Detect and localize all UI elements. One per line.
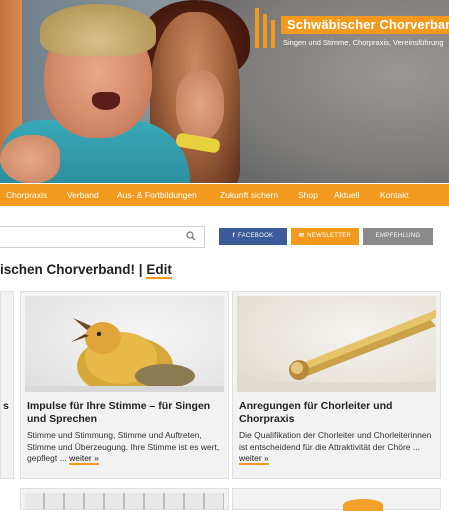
card-anregungen[interactable]: Anregungen für Chorleiter und Chorpraxis…	[232, 291, 441, 479]
card-text-body: Stimme und Stimmung, Stimme und Auftrete…	[27, 430, 220, 463]
logo-bars-icon	[255, 8, 279, 48]
page-title-text: ischen Chorverband!	[0, 262, 136, 277]
empfehlung-label: EMPFEHLUNG	[375, 233, 421, 239]
nav-item-zukunft[interactable]: Zukunft sichern	[220, 190, 278, 200]
card-text: Stimme und Stimmung, Stimme und Auftrete…	[27, 430, 223, 465]
newsletter-button[interactable]: ✉ NEWSLETTER	[291, 228, 359, 245]
nav-item-fortbildungen[interactable]: Aus- & Fortbildungen	[117, 190, 197, 200]
weiter-link[interactable]: weiter »	[69, 453, 99, 465]
card-text: Die Qualifikation der Chorleiter und Cho…	[239, 430, 435, 465]
card-bottom-1[interactable]	[20, 488, 229, 510]
card-partial-left[interactable]: s	[0, 291, 14, 479]
newsletter-icon: ✉	[298, 233, 305, 239]
edit-link[interactable]: Edit	[146, 262, 172, 279]
search-icon[interactable]	[186, 231, 196, 241]
bottom-image-orange	[343, 499, 383, 511]
facebook-icon: f	[232, 233, 235, 239]
card-image-bird[interactable]	[25, 296, 224, 392]
piano-keys-image	[25, 493, 224, 509]
nav-item-kontakt[interactable]: Kontakt	[380, 190, 409, 200]
hero-image: Schwäbischer Chorverband Singen und Stim…	[0, 0, 449, 183]
nav-item-shop[interactable]: Shop	[298, 190, 318, 200]
card-partial-title: s	[3, 400, 9, 412]
card-impulse[interactable]: Impulse für Ihre Stimme – für Singen und…	[20, 291, 229, 479]
hero-hand	[0, 135, 60, 183]
site-logo[interactable]: Schwäbischer Chorverband Singen und Stim…	[255, 6, 449, 54]
bird-illustration	[25, 318, 224, 392]
nav-item-chorpraxis[interactable]: Chorpraxis	[6, 190, 47, 200]
card-title[interactable]: Impulse für Ihre Stimme – für Singen und…	[27, 400, 223, 426]
hero-hand2	[176, 70, 224, 140]
hero-person1-hair	[40, 4, 156, 56]
card-text-body: Die Qualifikation der Chorleiter und Cho…	[239, 430, 432, 452]
card-title[interactable]: Anregungen für Chorleiter und Chorpraxis	[239, 400, 435, 426]
newsletter-label: NEWSLETTER	[307, 233, 352, 239]
empfehlung-button[interactable]: EMPFEHLUNG	[363, 228, 433, 245]
hero-mouth	[92, 92, 120, 110]
search-input[interactable]	[0, 226, 205, 248]
logo-subtitle: Singen und Stimme, Chorpraxis, Vereinsfü…	[283, 38, 444, 47]
facebook-button[interactable]: f FACEBOOK	[219, 228, 287, 245]
logo-title: Schwäbischer Chorverband	[281, 16, 449, 34]
weiter-link[interactable]: weiter »	[239, 453, 269, 465]
main-navigation: Chorpraxis Verband Aus- & Fortbildungen …	[0, 184, 449, 206]
tuning-fork-illustration	[237, 310, 436, 392]
title-separator: |	[138, 262, 143, 277]
page-title: ischen Chorverband! | Edit	[0, 262, 172, 279]
nav-item-aktuell[interactable]: Aktuell	[334, 190, 360, 200]
nav-item-verband[interactable]: Verband	[67, 190, 99, 200]
card-image-tuning-fork[interactable]	[237, 296, 436, 392]
card-bottom-2[interactable]	[232, 488, 441, 511]
facebook-label: FACEBOOK	[237, 233, 274, 239]
